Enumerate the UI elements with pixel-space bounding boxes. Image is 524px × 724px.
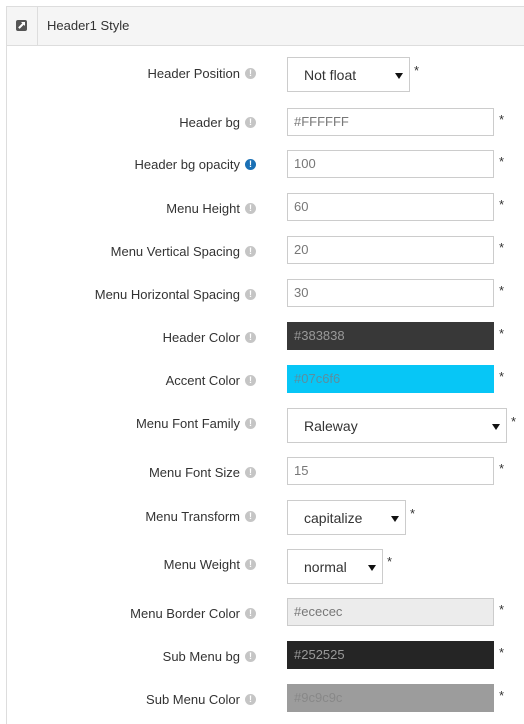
menu-horizontal-spacing-input[interactable]: 30	[287, 279, 494, 307]
field-label: Header Color	[162, 330, 240, 345]
menu-vertical-spacing-input[interactable]: 20	[287, 236, 494, 264]
required-marker: *	[414, 63, 420, 78]
field-label: Menu Vertical Spacing	[110, 244, 240, 259]
chevron-down-icon	[391, 516, 399, 522]
panel-title: Header1 Style	[47, 18, 130, 33]
info-icon[interactable]: !	[245, 511, 256, 522]
info-icon[interactable]: !	[245, 246, 256, 257]
field-label: Accent Color	[165, 373, 240, 388]
required-marker: *	[499, 645, 505, 660]
info-icon[interactable]: !	[245, 68, 256, 79]
info-icon[interactable]: !	[245, 651, 256, 662]
info-icon[interactable]: !	[245, 467, 256, 478]
field-label: Menu Horizontal Spacing	[94, 287, 240, 302]
required-marker: *	[499, 283, 505, 298]
header-bg-input[interactable]: #FFFFFF	[287, 108, 494, 136]
field-label: Menu Font Size	[148, 465, 240, 480]
select-value: capitalize	[304, 510, 363, 526]
field-label: Menu Transform	[145, 509, 240, 524]
external-link-icon	[16, 20, 27, 31]
header-bg-opacity-input[interactable]: 100	[287, 150, 494, 178]
select-value: Raleway	[304, 418, 358, 434]
select-value: normal	[304, 559, 347, 575]
info-icon[interactable]: !	[245, 203, 256, 214]
menu-border-color-input[interactable]: #ececec	[287, 598, 494, 626]
info-icon[interactable]: !	[245, 694, 256, 705]
panel-toggle[interactable]	[7, 7, 38, 45]
info-icon[interactable]: !	[245, 117, 256, 128]
info-icon[interactable]: !	[245, 559, 256, 570]
header-color-input[interactable]: #383838	[287, 322, 494, 350]
required-marker: *	[499, 688, 505, 703]
select-value: Not float	[304, 67, 357, 83]
field-label: Header bg opacity	[134, 157, 240, 172]
sub-menu-color-input[interactable]: #9c9c9c	[287, 684, 494, 712]
info-icon[interactable]: !	[245, 608, 256, 619]
required-marker: *	[499, 461, 505, 476]
field-label: Menu Weight	[163, 557, 240, 572]
field-label: Sub Menu bg	[162, 649, 240, 664]
field-label: Sub Menu Color	[146, 692, 240, 707]
info-icon[interactable]: !	[245, 332, 256, 343]
required-marker: *	[499, 154, 505, 169]
field-label: Menu Border Color	[130, 606, 240, 621]
menu-transform-select[interactable]: capitalize	[287, 500, 406, 535]
menu-height-input[interactable]: 60	[287, 193, 494, 221]
info-icon[interactable]: !	[245, 159, 256, 170]
field-label: Menu Height	[166, 201, 240, 216]
required-marker: *	[410, 506, 416, 521]
info-icon[interactable]: !	[245, 418, 256, 429]
required-marker: *	[499, 369, 505, 384]
panel-header[interactable]: Header1 Style	[7, 7, 524, 46]
menu-weight-select[interactable]: normal	[287, 549, 383, 584]
chevron-down-icon	[368, 565, 376, 571]
field-label: Menu Font Family	[135, 416, 240, 431]
required-marker: *	[511, 414, 517, 429]
field-label: Header bg	[179, 115, 240, 130]
info-icon[interactable]: !	[245, 289, 256, 300]
chevron-down-icon	[395, 73, 403, 79]
required-marker: *	[499, 240, 505, 255]
menu-font-size-input[interactable]: 15	[287, 457, 494, 485]
header-position-select[interactable]: Not float	[287, 57, 410, 92]
chevron-down-icon	[492, 424, 500, 430]
field-label: Header Position	[147, 66, 241, 81]
info-icon[interactable]: !	[245, 375, 256, 386]
menu-font-family-select[interactable]: Raleway	[287, 408, 507, 443]
required-marker: *	[499, 112, 505, 127]
sub-menu-bg-input[interactable]: #252525	[287, 641, 494, 669]
accent-color-input[interactable]: #07c6f6	[287, 365, 494, 393]
required-marker: *	[499, 326, 505, 341]
required-marker: *	[499, 197, 505, 212]
required-marker: *	[387, 554, 393, 569]
required-marker: *	[499, 602, 505, 617]
